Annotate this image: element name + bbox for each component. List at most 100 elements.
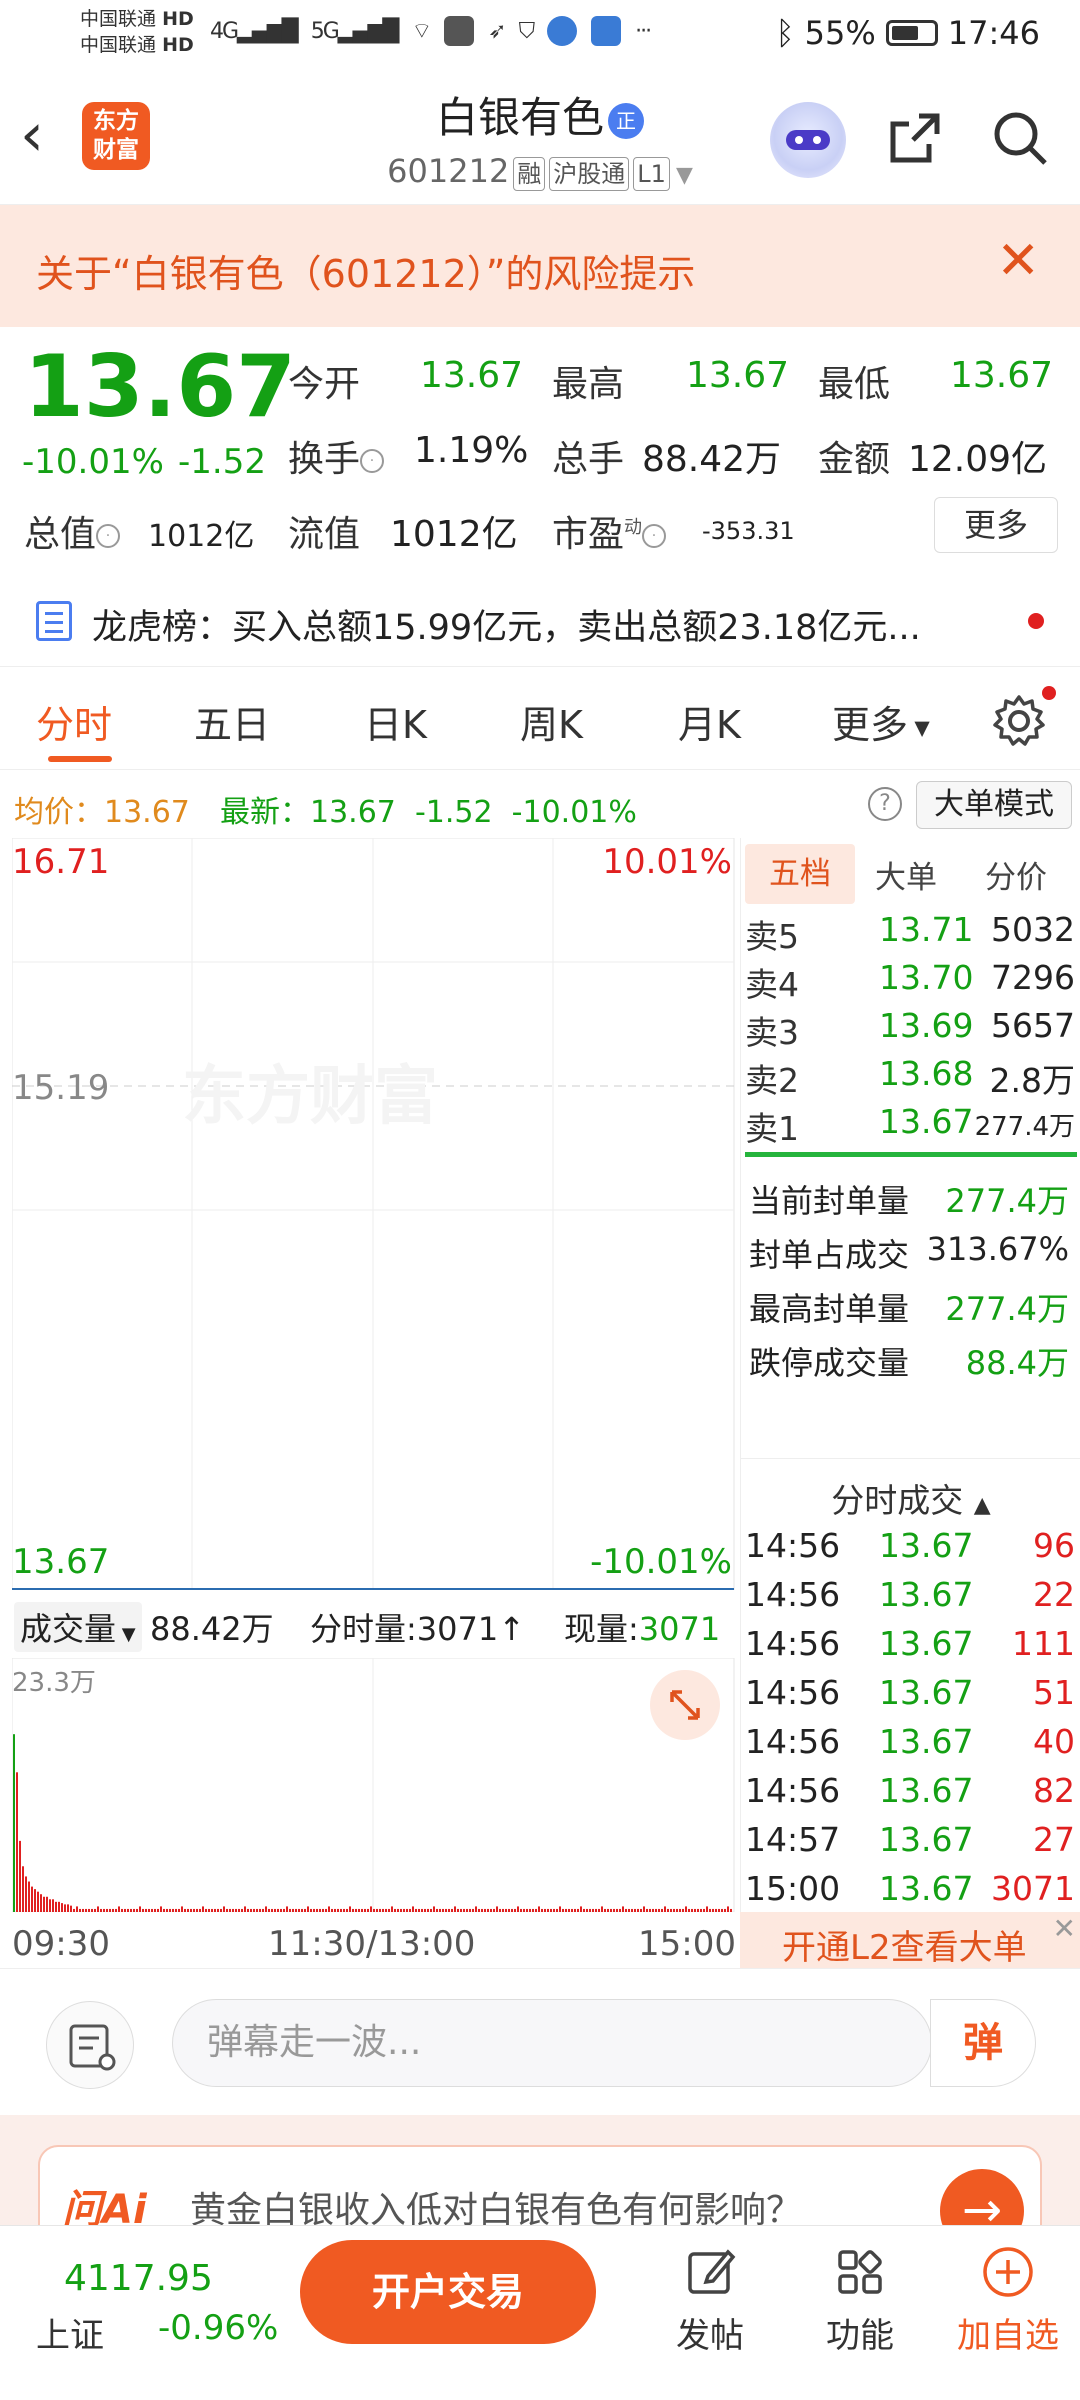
volume-bar xyxy=(514,1908,516,1912)
post-button[interactable]: 发帖 xyxy=(650,2244,770,2357)
big-order-mode-button[interactable]: 大单模式 xyxy=(916,781,1072,829)
app-notification-icon xyxy=(444,16,475,46)
edit-icon xyxy=(688,2249,736,2294)
search-icon[interactable] xyxy=(990,108,1050,168)
volume-bar xyxy=(466,1908,468,1912)
volume-bar xyxy=(289,1908,291,1912)
volume-bar xyxy=(730,1908,732,1912)
ticks-title[interactable]: 分时成交 ▲ xyxy=(741,1474,1080,1522)
tick-row: 15:00 13.67 3071 xyxy=(745,1869,1075,1908)
close-icon[interactable]: ✕ xyxy=(1053,1912,1076,1945)
intraday-price-chart[interactable]: 东方财富 16.71 10.01% 15.19 13.67 -10.01% xyxy=(11,837,736,1592)
chart-bottom-percent: -10.01% xyxy=(590,1542,732,1582)
volume-bar xyxy=(460,1908,462,1912)
close-icon[interactable]: ✕ xyxy=(996,235,1040,287)
volume-bar xyxy=(712,1908,714,1912)
level-tag: L1 xyxy=(633,157,670,191)
dropdown-triangle-icon: ▼ xyxy=(908,715,930,740)
open-account-trade-button[interactable]: 开户交易 xyxy=(300,2240,596,2344)
dragon-tiger-text[interactable]: 龙虎榜：买入总额15.99亿元，卖出总额23.18亿元... xyxy=(92,599,921,650)
help-icon[interactable]: ? xyxy=(868,787,902,821)
volume-bar xyxy=(721,1908,723,1912)
more-button[interactable]: 更多 xyxy=(934,497,1058,553)
volume-bar xyxy=(727,1906,729,1912)
volume-bar xyxy=(175,1908,177,1912)
volume-bar xyxy=(484,1908,486,1912)
volume-bar xyxy=(349,1906,351,1912)
info-icon[interactable]: · xyxy=(96,524,121,548)
tab-big-orders[interactable]: 大单 xyxy=(875,852,937,897)
tab-intraday[interactable]: 分时 xyxy=(36,694,112,749)
volume-bar xyxy=(256,1908,258,1912)
camera-app-icon xyxy=(591,16,622,46)
tab-monthly-k[interactable]: 月K xyxy=(678,694,741,749)
add-watchlist-button[interactable]: 加自选 xyxy=(948,2244,1068,2357)
volume-bar xyxy=(553,1908,555,1912)
status-bar: 中国联通 HD 中国联通 HD 4G▂▄▆█ 5G▂▄▆█ ⌔ ➶ ⛉ ··· … xyxy=(0,0,1080,70)
tab-price-distribution[interactable]: 分价 xyxy=(985,852,1047,897)
chart-top-percent: 10.01% xyxy=(602,842,732,882)
info-icon[interactable]: · xyxy=(642,524,667,548)
expand-chart-icon[interactable] xyxy=(650,1670,720,1740)
functions-button[interactable]: 功能 xyxy=(800,2244,920,2357)
volume-bar xyxy=(169,1908,171,1912)
index-change: -0.96% xyxy=(158,2308,279,2348)
risk-warning-banner[interactable]: 关于“白银有色（601212）”的风险提示 ✕ xyxy=(0,205,1080,327)
volume-bar xyxy=(49,1899,51,1912)
volume-bar xyxy=(322,1908,324,1912)
volume-bar xyxy=(475,1906,477,1912)
volume-bar xyxy=(79,1908,81,1912)
info-icon[interactable]: · xyxy=(360,449,385,473)
volume-bar xyxy=(616,1908,618,1912)
volume-bar xyxy=(412,1906,414,1912)
volume-bar xyxy=(634,1908,636,1912)
add-watchlist-label: 加自选 xyxy=(957,2316,1059,2356)
tab-five-levels[interactable]: 五档 xyxy=(745,844,855,904)
hd-badge-2: HD xyxy=(162,34,194,56)
volume-indicator-select[interactable]: 成交量 ▼ xyxy=(14,1602,142,1652)
volume-bar xyxy=(76,1906,78,1912)
volume-bar xyxy=(382,1908,384,1912)
tick-row: 14:56 13.67 111 xyxy=(745,1624,1075,1663)
volume-bar xyxy=(85,1908,87,1912)
volume-bar xyxy=(691,1908,693,1912)
volume-bar xyxy=(160,1906,162,1912)
volume-bar xyxy=(571,1908,573,1912)
danmaku-send-button[interactable]: 弹 xyxy=(930,1999,1036,2087)
volume-bar xyxy=(550,1908,552,1912)
volume-bar xyxy=(139,1906,141,1912)
turnover-value: 1.19% xyxy=(414,430,529,471)
danmaku-settings-icon[interactable] xyxy=(46,2001,134,2089)
ai-assistant-avatar[interactable] xyxy=(770,102,846,178)
tab-weekly-k[interactable]: 周K xyxy=(520,694,583,749)
l2-promo-banner[interactable]: 开通L2查看大单 ✕ xyxy=(740,1912,1080,1968)
carrier-1: 中国联通 xyxy=(80,8,157,30)
tick-row: 14:57 13.67 27 xyxy=(745,1820,1075,1859)
dragon-tiger-row[interactable]: 龙虎榜：买入总额15.99亿元，卖出总额23.18亿元... xyxy=(0,575,1080,667)
volume-bar xyxy=(55,1901,57,1912)
more-notifications-icon: ··· xyxy=(635,18,652,44)
header: ‹ 东方 财富 白银有色正 601212 融沪股通 L1 ▼ xyxy=(0,70,1080,205)
tab-more[interactable]: 更多 ▼ xyxy=(832,694,930,749)
risk-warning-text[interactable]: 关于“白银有色（601212）”的风险提示 xyxy=(36,243,695,298)
volume-bar xyxy=(424,1908,426,1912)
volume-bar xyxy=(364,1908,366,1912)
tab-five-day[interactable]: 五日 xyxy=(194,694,270,749)
danmaku-input[interactable]: 弹幕走一波... xyxy=(172,1999,932,2087)
volume-bar xyxy=(493,1908,495,1912)
volume-bar xyxy=(196,1908,198,1912)
volume-bar xyxy=(523,1908,525,1912)
volume-bar xyxy=(343,1908,345,1912)
volume-chart[interactable]: 23.3万 xyxy=(11,1657,736,1913)
volume-bar xyxy=(304,1908,306,1912)
l2-promo-text[interactable]: 开通L2查看大单 xyxy=(782,1920,1027,1969)
battery-icon xyxy=(885,20,938,46)
share-icon[interactable] xyxy=(885,108,945,168)
time-mid: 11:30/13:00 xyxy=(268,1924,476,1964)
tab-daily-k[interactable]: 日K xyxy=(364,694,427,749)
volume-bar xyxy=(202,1906,204,1912)
settings-gear-icon[interactable] xyxy=(990,692,1048,750)
turnover-label: 换手 · xyxy=(288,430,385,482)
current-price: 13.67 xyxy=(24,337,297,437)
volume-bar xyxy=(154,1908,156,1912)
